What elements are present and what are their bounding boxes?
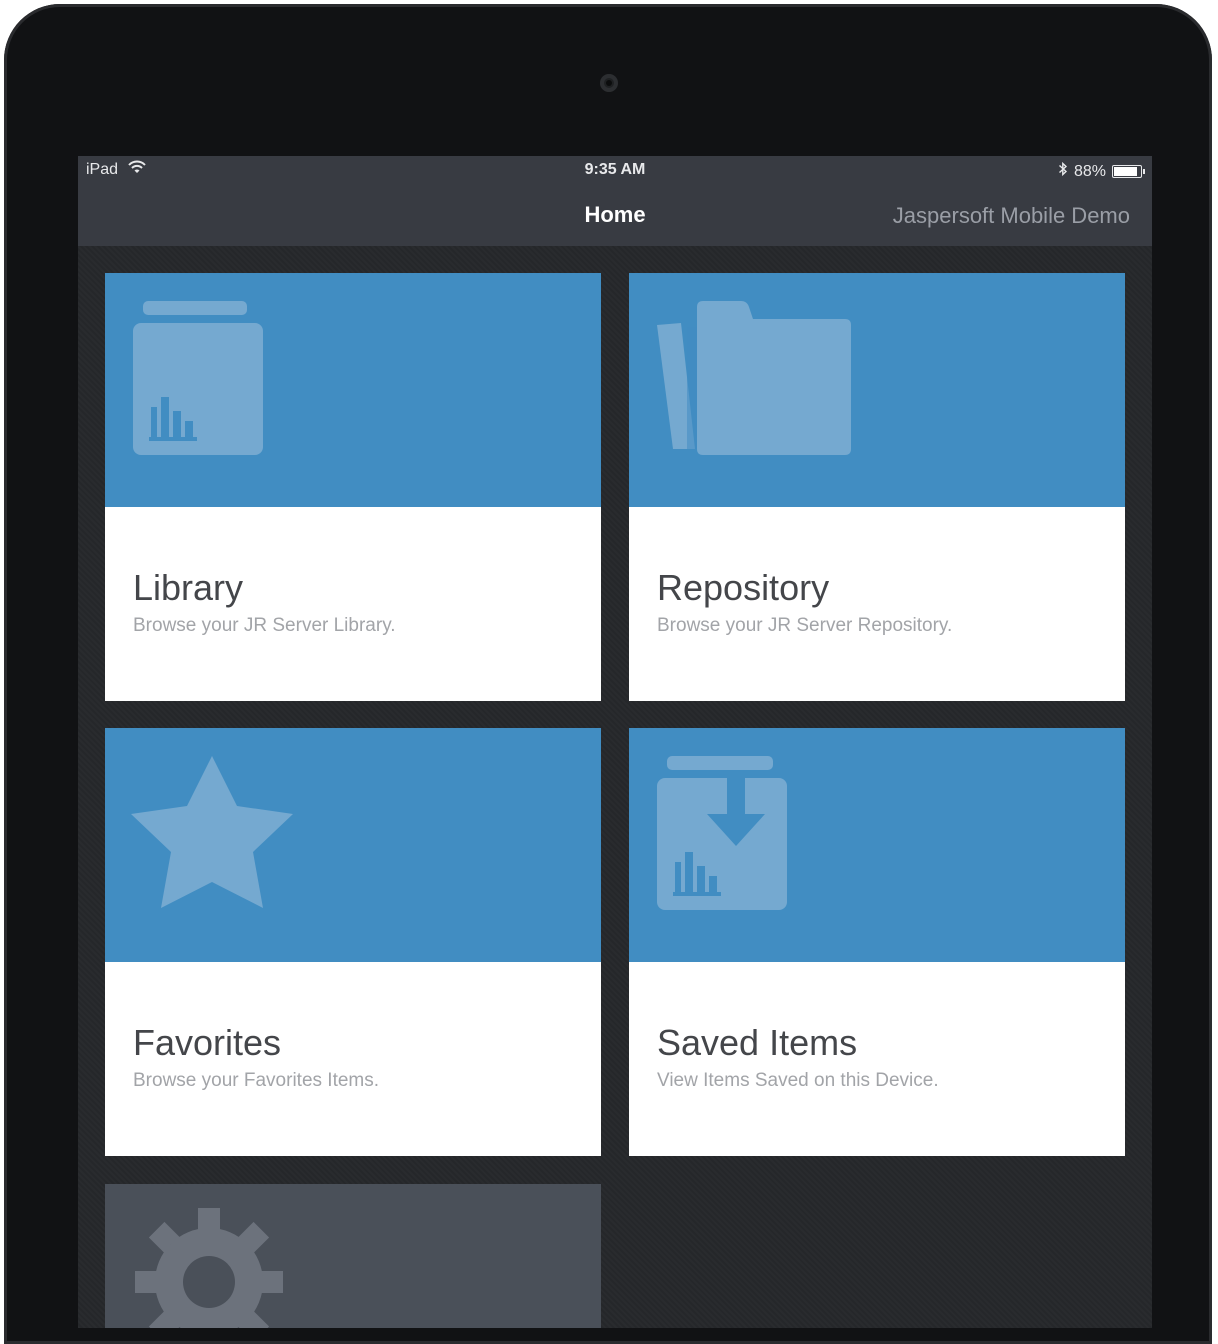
tile-subtitle: Browse your JR Server Repository. xyxy=(657,615,953,636)
repository-tile[interactable]: Repository Browse your JR Server Reposit… xyxy=(629,273,1125,701)
battery-fill xyxy=(1114,167,1137,176)
tile-title: Repository xyxy=(657,567,830,608)
gear-icon xyxy=(135,1208,283,1328)
status-bar: iPad 9:35 AM 88% xyxy=(78,156,1152,184)
tile-subtitle: View Items Saved on this Device. xyxy=(657,1070,939,1091)
battery-icon xyxy=(1112,165,1145,178)
tile-title: Saved Items xyxy=(657,1022,858,1063)
saved-items-tile[interactable]: Saved Items View Items Saved on this Dev… xyxy=(629,728,1125,1156)
app-screen: iPad 9:35 AM 88% Home Jaspersoft Mobile … xyxy=(78,156,1152,1328)
tile-title: Library xyxy=(133,567,244,608)
folder-icon xyxy=(657,301,851,455)
navigation-bar: Home Jaspersoft Mobile Demo xyxy=(78,184,1152,246)
library-tile[interactable]: Library Browse your JR Server Library. xyxy=(105,273,601,701)
server-name[interactable]: Jaspersoft Mobile Demo xyxy=(893,203,1130,229)
tile-title: Favorites xyxy=(133,1022,282,1063)
battery-percent: 88% xyxy=(1073,162,1106,180)
tile-subtitle: Browse your Favorites Items. xyxy=(133,1070,380,1091)
status-time: 9:35 AM xyxy=(584,161,646,178)
tile-subtitle: Browse your JR Server Library. xyxy=(133,615,396,636)
camera-icon xyxy=(600,74,618,92)
status-right: 88% xyxy=(1058,161,1145,182)
bluetooth-icon xyxy=(1058,161,1068,182)
library-icon xyxy=(133,301,263,455)
ipad-frame: iPad 9:35 AM 88% Home Jaspersoft Mobile … xyxy=(4,4,1212,1344)
saved-download-icon xyxy=(657,756,787,910)
star-icon xyxy=(131,756,293,908)
favorites-tile[interactable]: Favorites Browse your Favorites Items. xyxy=(105,728,601,1156)
settings-tile[interactable] xyxy=(105,1184,601,1328)
